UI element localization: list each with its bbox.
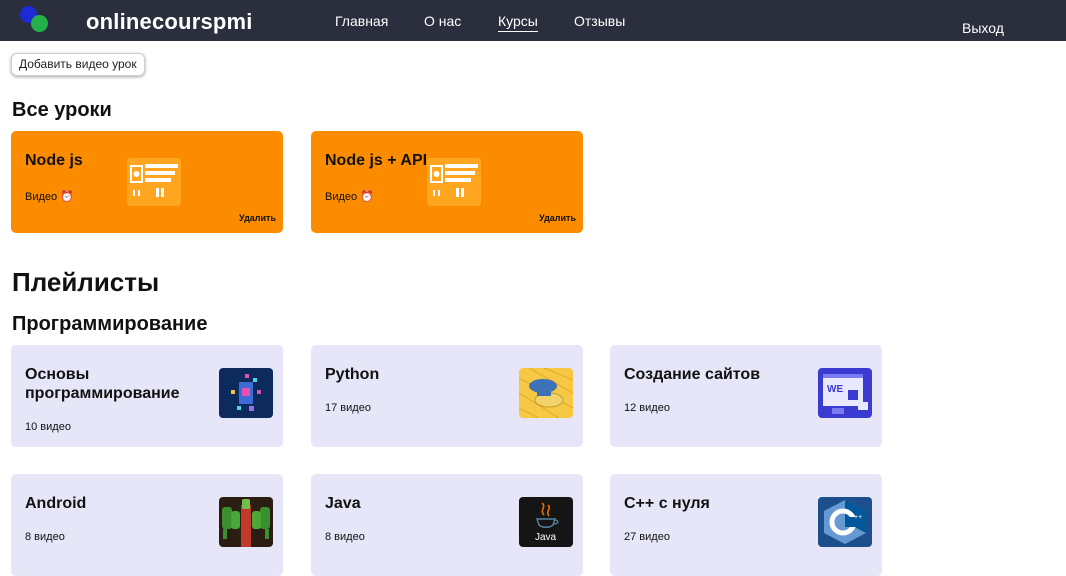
playlist-count: 8 видео — [325, 531, 365, 543]
category-heading: Программирование — [12, 313, 208, 335]
playlist-count: 12 видео — [624, 402, 670, 414]
brand-name[interactable]: onlinecourspmi — [86, 9, 253, 35]
python-thumbnail — [519, 368, 573, 418]
cpp-thumbnail: ++ — [818, 497, 872, 547]
lesson-card[interactable]: Node js Видео ⏰ Удалить — [11, 131, 283, 233]
nav-link-reviews[interactable]: Отзывы — [574, 13, 625, 29]
lesson-title: Node js + API — [325, 152, 428, 169]
nav-link-courses[interactable]: Курсы — [498, 13, 538, 32]
programming-basics-thumbnail — [219, 368, 273, 418]
logo-icon[interactable] — [18, 6, 52, 32]
playlist-count: 27 видео — [624, 531, 670, 543]
web-thumb-text: WE — [827, 384, 843, 395]
nav-link-about[interactable]: О нас — [424, 13, 461, 29]
playlist-card[interactable]: Java 8 видео Java — [311, 474, 583, 576]
add-video-lesson-button[interactable]: Добавить видео урок — [11, 53, 145, 76]
svg-text:++: ++ — [854, 514, 862, 521]
top-navbar: onlinecourspmi Главная О нас Курсы Отзыв… — [0, 0, 1066, 41]
delete-lesson-button[interactable]: Удалить — [239, 213, 276, 223]
lesson-meta: Видео ⏰ — [325, 191, 374, 203]
logout-link[interactable]: Выход — [962, 20, 1004, 36]
nav-link-home[interactable]: Главная — [335, 13, 388, 29]
android-thumbnail — [219, 497, 273, 547]
delete-lesson-button[interactable]: Удалить — [539, 213, 576, 223]
lesson-thumbnail — [427, 158, 481, 206]
playlist-title: C++ с нуля — [624, 495, 710, 512]
java-thumb-text: Java — [535, 532, 557, 543]
playlist-card[interactable]: Python 17 видео — [311, 345, 583, 447]
playlist-count: 10 видео — [25, 421, 71, 433]
playlist-title: Java — [325, 495, 361, 512]
web-dev-thumbnail: WE — [818, 368, 872, 418]
playlist-title: Python — [325, 366, 380, 383]
java-thumbnail: Java — [519, 497, 573, 547]
playlist-title: Создание сайтов — [624, 366, 761, 383]
playlists-heading: Плейлисты — [12, 267, 160, 297]
lesson-thumbnail — [127, 158, 181, 206]
lesson-meta: Видео ⏰ — [25, 191, 74, 203]
playlist-card[interactable]: Android 8 видео — [11, 474, 283, 576]
playlist-card[interactable]: C++ с нуля 27 видео ++ — [610, 474, 882, 576]
lesson-title: Node js — [25, 152, 83, 169]
lesson-card[interactable]: Node js + API Видео ⏰ Удалить — [311, 131, 583, 233]
playlist-count: 8 видео — [25, 531, 65, 543]
playlist-card[interactable]: Создание сайтов 12 видео WE — [610, 345, 882, 447]
playlist-count: 17 видео — [325, 402, 371, 414]
playlist-card[interactable]: Основы программирование 10 видео — [11, 345, 283, 447]
playlist-title: Android — [25, 495, 87, 512]
all-lessons-heading: Все уроки — [12, 99, 112, 121]
playlist-title: Основы программирование — [25, 366, 180, 402]
